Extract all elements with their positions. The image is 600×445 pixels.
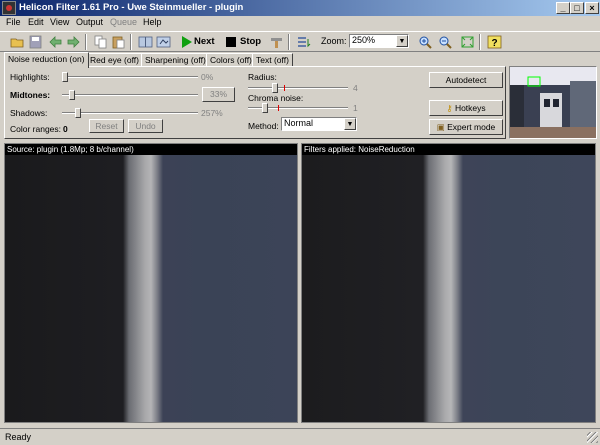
- shadows-label: Shadows:: [10, 108, 48, 118]
- slider-track: [248, 87, 348, 89]
- stop-icon[interactable]: [224, 35, 239, 49]
- shadows-slider[interactable]: [62, 108, 198, 118]
- title-bar: Helicon Filter 1.61 Pro - Uwe Steinmuell…: [0, 0, 600, 16]
- color-ranges-label: Color ranges:: [10, 124, 62, 134]
- menu-bar: File Edit View Output Queue Help: [0, 16, 600, 30]
- navigator-thumbnail: [510, 67, 596, 138]
- help-icon[interactable]: ?: [487, 35, 502, 49]
- close-button[interactable]: ×: [585, 2, 599, 14]
- method-value: Normal: [284, 118, 314, 128]
- slider-thumb[interactable]: [75, 108, 81, 118]
- forward-arrow-icon[interactable]: [66, 35, 81, 49]
- menu-file[interactable]: File: [6, 17, 21, 27]
- shadows-value: 257%: [201, 108, 223, 118]
- highlights-slider[interactable]: [62, 72, 198, 82]
- reset-button: Reset: [89, 119, 124, 133]
- tab-text[interactable]: Text (off): [252, 53, 293, 67]
- chroma-noise-slider[interactable]: [248, 103, 348, 113]
- source-pane: Source: plugin (1.8Mp; 8 b/channel): [4, 143, 298, 423]
- radius-value: 4: [353, 83, 358, 93]
- slider-track: [62, 112, 198, 114]
- expert-mode-label: Expert mode: [447, 122, 496, 132]
- tab-colors[interactable]: Colors (off): [206, 53, 256, 67]
- source-image[interactable]: [5, 155, 297, 422]
- chevron-down-icon[interactable]: ▼: [396, 35, 408, 47]
- resize-grip[interactable]: [587, 432, 598, 443]
- menu-view[interactable]: View: [50, 17, 69, 27]
- source-pane-header: Source: plugin (1.8Mp; 8 b/channel): [5, 144, 297, 155]
- noise-reduction-panel: Highlights: 0% Midtones: 33% Shadows: 25…: [4, 66, 506, 139]
- stop-button[interactable]: Stop: [240, 36, 261, 47]
- zoom-in-icon[interactable]: [418, 35, 433, 49]
- color-ranges-value: 0: [63, 124, 68, 134]
- slider-thumb[interactable]: [262, 103, 268, 113]
- navigator-preview[interactable]: [509, 66, 597, 139]
- slider-thumb[interactable]: [272, 83, 278, 93]
- result-image[interactable]: [302, 155, 595, 422]
- slider-track: [62, 94, 198, 96]
- zoom-out-icon[interactable]: [438, 35, 453, 49]
- tab-red-eye[interactable]: Red eye (off): [86, 53, 143, 67]
- menu-edit[interactable]: Edit: [28, 17, 44, 27]
- brush-icon[interactable]: [269, 35, 284, 49]
- app-icon[interactable]: [2, 1, 16, 15]
- slider-thumb[interactable]: [62, 72, 68, 82]
- hotkeys-button[interactable]: ⚷ Hotkeys: [429, 100, 503, 116]
- midtones-value-field: 33%: [202, 87, 235, 102]
- autodetect-button[interactable]: Autodetect: [429, 72, 503, 88]
- zoom-select[interactable]: 250% ▼: [349, 34, 409, 48]
- result-pane-header: Filters applied: NoiseReduction: [302, 144, 595, 155]
- open-icon[interactable]: [10, 35, 25, 49]
- toolbar-separator: [85, 34, 87, 50]
- toolbar-separator: [130, 34, 132, 50]
- key-icon: ⚷: [446, 103, 453, 113]
- next-button[interactable]: Next: [194, 36, 215, 47]
- result-pane: Filters applied: NoiseReduction: [301, 143, 596, 423]
- menu-queue: Queue: [110, 17, 138, 27]
- paste-icon[interactable]: [111, 35, 126, 49]
- maximize-button[interactable]: □: [570, 2, 584, 14]
- export-icon[interactable]: [156, 35, 171, 49]
- method-select[interactable]: Normal ▼: [281, 117, 357, 131]
- copy-icon[interactable]: [93, 35, 108, 49]
- chevron-down-icon[interactable]: ▼: [344, 118, 356, 130]
- highlights-value: 0%: [201, 72, 214, 82]
- tab-sharpening[interactable]: Sharpening (off): [141, 53, 210, 67]
- svg-text:?: ?: [491, 38, 497, 49]
- chroma-noise-value: 1: [353, 103, 358, 113]
- save-icon[interactable]: [28, 35, 43, 49]
- toolbar-separator: [479, 34, 481, 50]
- slider-marker: [278, 105, 279, 111]
- minimize-button[interactable]: _: [556, 2, 570, 14]
- midtones-label: Midtones:: [10, 90, 51, 100]
- status-text: Ready: [5, 432, 32, 442]
- zoom-label: Zoom:: [321, 36, 347, 46]
- play-icon[interactable]: [179, 35, 194, 49]
- hotkeys-label: Hotkeys: [454, 103, 486, 113]
- undo-button: Undo: [128, 119, 163, 133]
- batch-icon[interactable]: [296, 35, 311, 49]
- status-bar: Ready: [0, 428, 600, 445]
- menu-output[interactable]: Output: [76, 17, 103, 27]
- back-arrow-icon[interactable]: [48, 35, 63, 49]
- method-label: Method:: [248, 121, 279, 131]
- compare-icon[interactable]: [138, 35, 153, 49]
- menu-help[interactable]: Help: [143, 17, 162, 27]
- fit-icon[interactable]: [460, 35, 475, 49]
- window-title: Helicon Filter 1.61 Pro - Uwe Steinmuell…: [19, 2, 244, 13]
- radius-label: Radius:: [248, 72, 277, 82]
- slider-thumb[interactable]: [69, 90, 75, 100]
- toolbar: Next Stop Zoom: 250% ▼ ?: [0, 31, 600, 52]
- zoom-value: 250%: [352, 35, 376, 45]
- slider-marker: [284, 85, 285, 91]
- radius-slider[interactable]: [248, 83, 348, 93]
- toolbar-separator: [288, 34, 290, 50]
- highlights-label: Highlights:: [10, 72, 50, 82]
- tab-noise-reduction[interactable]: Noise reduction (on): [4, 52, 89, 68]
- chroma-noise-label: Chroma noise:: [248, 93, 304, 103]
- expert-mode-button[interactable]: ▣ Expert mode: [429, 119, 503, 135]
- slider-track: [62, 76, 198, 78]
- folder-icon: ▣: [436, 122, 445, 132]
- midtones-slider[interactable]: [62, 90, 198, 100]
